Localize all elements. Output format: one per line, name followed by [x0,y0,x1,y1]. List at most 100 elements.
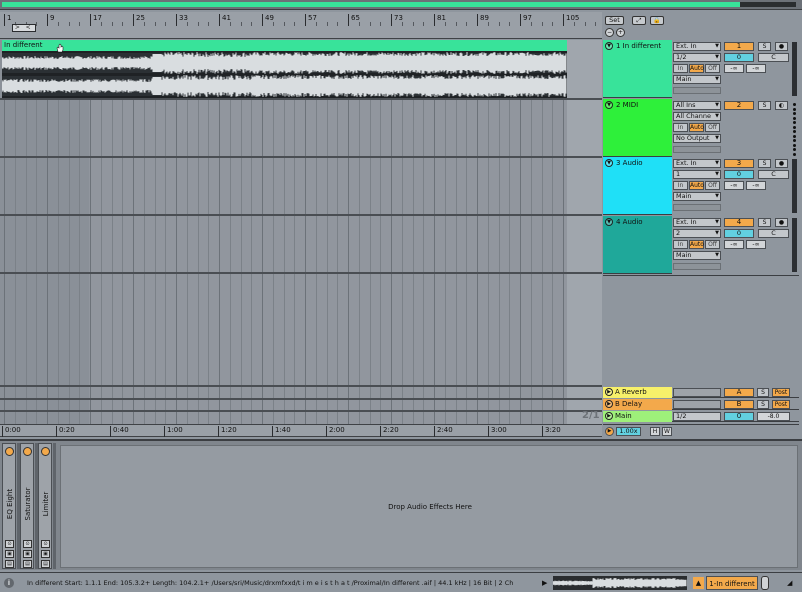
solo-button[interactable]: S [757,388,769,397]
return-track-a[interactable]: ▶ A Reverb A S Post [603,387,799,398]
audio-clip[interactable]: In different [2,40,567,98]
arrangement-overview[interactable] [0,0,802,10]
input-type-selector[interactable]: Ext. In [673,42,721,51]
set-locator-button[interactable]: Set [605,16,624,25]
resize-grip-icon[interactable]: ◢ [787,579,792,587]
monitor-auto-button[interactable]: Auto [689,123,704,132]
monitor-auto-button[interactable]: Auto [689,181,704,190]
monitor-off-button[interactable]: Off [705,64,720,73]
track-header[interactable]: ▼ 3 Audio [603,157,672,215]
device-power-button[interactable] [23,447,32,456]
fold-device-icon[interactable]: ▤ [5,560,14,568]
volume-field[interactable]: 0 [724,229,754,238]
loop-brace[interactable]: > < [12,24,36,32]
output-channel-strip[interactable] [673,146,721,153]
fold-icon[interactable]: ▼ [605,42,613,50]
main-name[interactable]: ▶ Main [603,411,672,422]
output-selector[interactable]: No Output [673,134,721,143]
device-saturator[interactable]: Saturator ⊙ ▣ ▤ [20,443,34,569]
track-activator[interactable]: 3 [724,159,754,168]
tempo-scale-field[interactable]: 1.00x [616,427,641,436]
save-preset-icon[interactable]: ⊙ [23,540,32,548]
fold-icon[interactable]: ▶ [605,388,613,396]
monitor-auto-button[interactable]: Auto [689,64,704,73]
track-title[interactable]: ▼ 4 Audio [605,218,643,226]
device-power-button[interactable] [5,447,14,456]
clip-title-bar[interactable]: In different [2,40,567,51]
arm-button[interactable]: ● [775,218,788,227]
fold-icon[interactable]: ▼ [605,101,613,109]
volume-field[interactable]: 0 [724,170,754,179]
overview-visible-range[interactable] [2,2,741,7]
track-title[interactable]: ▼ 1 In different [605,42,661,50]
monitor-in-button[interactable]: In [673,240,688,249]
fold-icon[interactable]: ▼ [605,159,613,167]
effects-drop-zone[interactable]: Drop Audio Effects Here [60,445,798,568]
monitor-off-button[interactable]: Off [705,181,720,190]
device-power-button[interactable] [41,447,50,456]
zoom-in-button[interactable]: + [616,28,625,37]
monitor-in-button[interactable]: In [673,181,688,190]
pan-field[interactable]: C [758,53,789,62]
save-preset-icon[interactable]: ⊙ [41,540,50,548]
save-device-icon[interactable]: ▣ [41,550,50,558]
return-name[interactable]: ▶ B Delay [603,399,672,410]
track-header[interactable]: ▼ 1 In different [603,40,672,98]
track-header[interactable]: ▼ 2 MIDI [603,99,672,157]
main-volume[interactable]: 0 [724,412,754,421]
return-name[interactable]: ▶ A Reverb [603,387,672,398]
selected-track-label[interactable]: 1-In different [706,576,758,590]
midi-indicator-icon[interactable] [761,576,769,590]
solo-button[interactable]: S [758,42,771,51]
overview-strip[interactable] [2,2,796,7]
input-channel-selector[interactable]: 1/2 [673,53,721,62]
main-track[interactable]: ▶ Main 1/2 0 -8.0 [603,411,799,422]
save-device-icon[interactable]: ▣ [5,550,14,558]
follow-button[interactable]: ▶ [605,427,614,436]
track-header[interactable]: ▼ 4 Audio [603,216,672,274]
fold-device-icon[interactable]: ▤ [41,560,50,568]
save-device-icon[interactable]: ▣ [23,550,32,558]
arm-button[interactable]: ◐ [775,101,788,110]
track-activator[interactable]: 4 [724,218,754,227]
input-type-selector[interactable]: Ext. In [673,159,721,168]
output-channel-strip[interactable] [673,263,721,270]
solo-button[interactable]: S [758,101,771,110]
input-channel-selector[interactable]: 1 [673,170,721,179]
beat-time-ruler[interactable]: 1 9 17 25 33 41 49 57 65 73 81 89 97 105 [0,12,602,39]
play-icon[interactable]: ▶ [542,578,550,588]
return-output-selector[interactable] [673,388,721,397]
expand-button[interactable]: ⤢ [632,16,646,25]
h-button[interactable]: H [650,427,660,436]
input-type-selector[interactable]: All Ins [673,101,721,110]
fold-icon[interactable]: ▶ [605,400,613,408]
solo-button[interactable]: S [758,218,771,227]
pre-post-toggle[interactable]: Post [772,388,790,397]
arm-button[interactable]: ● [775,42,788,51]
warning-icon[interactable]: ▲ [693,577,704,589]
input-channel-selector[interactable]: 2 [673,229,721,238]
track-title[interactable]: ▼ 2 MIDI [605,101,638,109]
save-preset-icon[interactable]: ⊙ [5,540,14,548]
track-activator[interactable]: 2 [724,101,754,110]
monitor-off-button[interactable]: Off [705,240,720,249]
output-selector[interactable]: Main [673,75,721,84]
solo-button[interactable]: S [757,400,769,409]
output-channel-strip[interactable] [673,204,721,211]
w-button[interactable]: W [662,427,672,436]
monitor-in-button[interactable]: In [673,64,688,73]
return-track-b[interactable]: ▶ B Delay B S Post [603,399,799,410]
return-output-selector[interactable] [673,400,721,409]
fold-icon[interactable]: ▼ [605,218,613,226]
solo-button[interactable]: S [758,159,771,168]
pan-field[interactable]: C [758,170,789,179]
output-selector[interactable]: Main [673,251,721,260]
monitor-auto-button[interactable]: Auto [689,240,704,249]
mixer-empty-area[interactable] [603,275,799,386]
zoom-out-button[interactable]: − [605,28,614,37]
monitor-in-button[interactable]: In [673,123,688,132]
track-activator[interactable]: 1 [724,42,754,51]
input-channel-selector[interactable]: All Channe [673,112,721,121]
monitor-off-button[interactable]: Off [705,123,720,132]
time-ruler[interactable]: 0:00 0:20 0:40 1:00 1:20 1:40 2:00 2:20 2:40 3:00… [0,424,602,437]
